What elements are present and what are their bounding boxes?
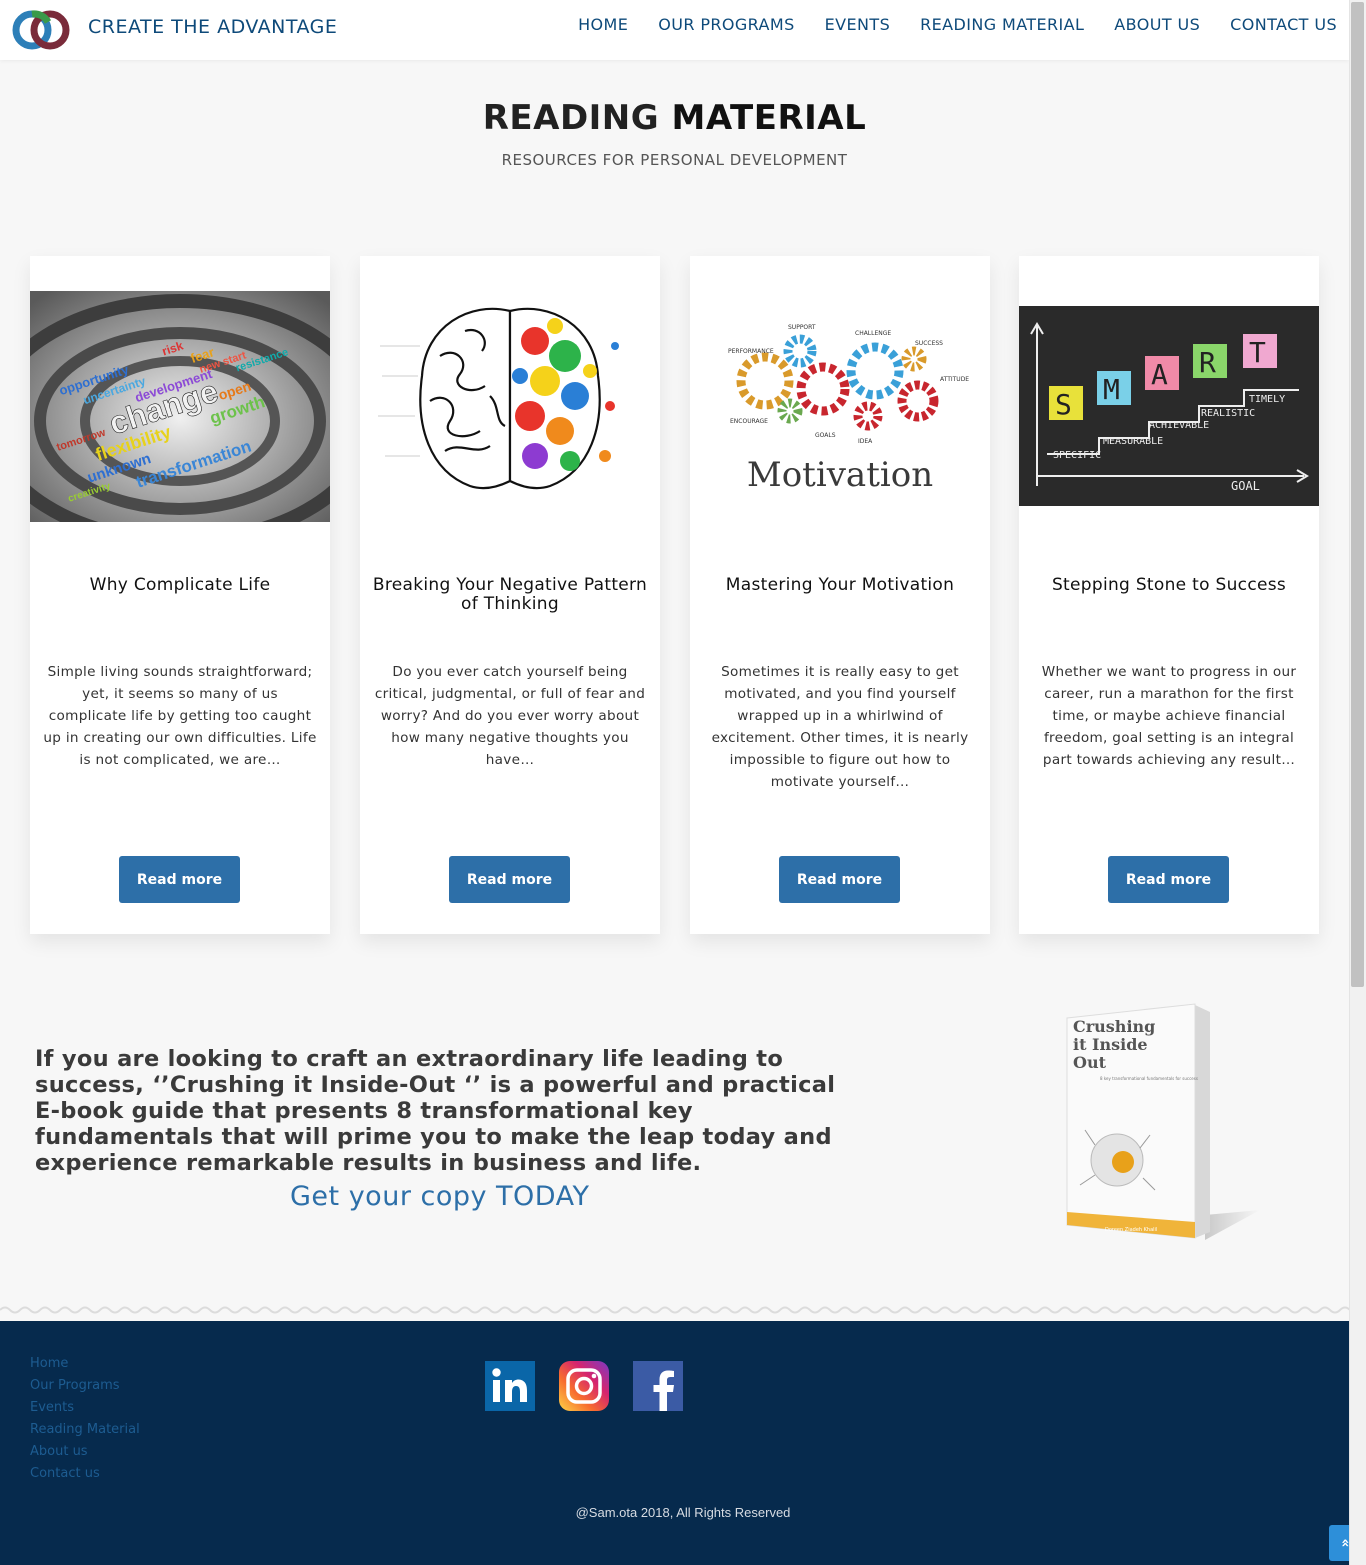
logo-icon[interactable] [10, 8, 72, 52]
scrollbar-thumb[interactable] [1351, 2, 1364, 987]
svg-text:GOAL: GOAL [1231, 479, 1260, 493]
read-more-button[interactable]: Read more [779, 856, 900, 903]
svg-text:CHALLENGE: CHALLENGE [855, 330, 891, 337]
motivation-gears-image[interactable]: PERFORMANCE SUPPORT CHALLENGE SUCCESS AT… [690, 311, 990, 501]
site-header: CREATE THE ADVANTAGE HOME OUR PROGRAMS E… [0, 0, 1349, 60]
svg-text:ENCOURAGE: ENCOURAGE [730, 418, 768, 425]
get-your-copy-link[interactable]: Get your copy TODAY [290, 1181, 590, 1212]
svg-text:Out: Out [1073, 1053, 1107, 1072]
read-more-button[interactable]: Read more [119, 856, 240, 903]
nav-contact-us[interactable]: CONTACT US [1230, 15, 1337, 34]
site-footer: Home Our Programs Events Reading Materia… [0, 1321, 1366, 1565]
nav-events[interactable]: EVENTS [825, 15, 890, 34]
svg-text:SPECIFIC: SPECIFIC [1053, 450, 1101, 461]
article-card: Breaking Your Negative Pattern of Thinki… [360, 256, 660, 934]
svg-text:Crushing: Crushing [1073, 1017, 1155, 1036]
ebook-promo-text: If you are looking to craft an extraordi… [35, 1046, 836, 1176]
footer-nav: Home Our Programs Events Reading Materia… [30, 1353, 140, 1485]
card-title[interactable]: Why Complicate Life [40, 576, 320, 595]
page-scrollbar[interactable] [1349, 0, 1366, 1565]
facebook-icon[interactable] [633, 1361, 683, 1411]
card-excerpt: Do you ever catch yourself being critica… [374, 664, 646, 768]
article-card: opportunity risk fear uncertainty develo… [30, 256, 330, 934]
card-excerpt: Whether we want to progress in our caree… [1041, 664, 1297, 768]
svg-text:SUCCESS: SUCCESS [915, 340, 943, 347]
svg-text:SUPPORT: SUPPORT [788, 324, 816, 331]
article-card: PERFORMANCE SUPPORT CHALLENGE SUCCESS AT… [690, 256, 990, 934]
page-title: READING MATERIAL [0, 98, 1349, 138]
linkedin-icon[interactable] [485, 1361, 535, 1411]
footer-wave-divider [0, 1306, 1366, 1314]
nav-about-us[interactable]: ABOUT US [1114, 15, 1200, 34]
card-excerpt: Simple living sounds straightforward; ye… [43, 664, 317, 768]
article-card: S M A R T SPECIFIC MEASURABLE ACHIEVABLE… [1019, 256, 1319, 934]
svg-text:ACHIEVABLE: ACHIEVABLE [1149, 420, 1209, 431]
read-more-button[interactable]: Read more [449, 856, 570, 903]
card-title[interactable]: Stepping Stone to Success [1029, 576, 1309, 595]
svg-text:T: T [1249, 336, 1266, 369]
footer-link-reading-material[interactable]: Reading Material [30, 1419, 140, 1441]
svg-text:TIMELY: TIMELY [1249, 394, 1285, 405]
svg-text:ATTITUDE: ATTITUDE [940, 376, 969, 383]
svg-text:S: S [1055, 388, 1072, 421]
footer-link-home[interactable]: Home [30, 1353, 140, 1375]
svg-text:it Inside: it Inside [1073, 1035, 1148, 1054]
brand-name[interactable]: CREATE THE ADVANTAGE [88, 16, 337, 38]
nav-our-programs[interactable]: OUR PROGRAMS [658, 15, 794, 34]
nav-home[interactable]: HOME [578, 15, 628, 34]
footer-link-contact-us[interactable]: Contact us [30, 1463, 140, 1485]
instagram-icon[interactable] [559, 1361, 609, 1411]
card-title[interactable]: Mastering Your Motivation [700, 576, 980, 595]
copyright-text: @Sam.ota 2018, All Rights Reserved [575, 1505, 791, 1520]
ebook-cover-image[interactable]: Crushing it Inside Out 8 key transformat… [1055, 1000, 1265, 1245]
svg-text:A: A [1151, 358, 1168, 391]
svg-text:M: M [1103, 373, 1120, 406]
footer-link-about-us[interactable]: About us [30, 1441, 140, 1463]
svg-text:Doreen Ziadeh Khalil: Doreen Ziadeh Khalil [1105, 1227, 1157, 1233]
card-title[interactable]: Breaking Your Negative Pattern of Thinki… [370, 576, 650, 614]
svg-text:IDEA: IDEA [858, 438, 873, 445]
svg-text:Motivation: Motivation [747, 455, 933, 495]
footer-link-events[interactable]: Events [30, 1397, 140, 1419]
svg-text:REALISTIC: REALISTIC [1201, 408, 1255, 419]
brain-illustration-image[interactable] [360, 286, 660, 526]
change-word-cloud-image[interactable]: opportunity risk fear uncertainty develo… [30, 291, 330, 522]
svg-text:MEASURABLE: MEASURABLE [1103, 436, 1163, 447]
read-more-button[interactable]: Read more [1108, 856, 1229, 903]
card-excerpt: Sometimes it is really easy to get motiv… [711, 664, 969, 790]
svg-text:PERFORMANCE: PERFORMANCE [728, 348, 774, 355]
svg-text:R: R [1199, 346, 1216, 379]
footer-link-our-programs[interactable]: Our Programs [30, 1375, 140, 1397]
page-subtitle: RESOURCES FOR PERSONAL DEVELOPMENT [501, 151, 848, 169]
svg-text:GOALS: GOALS [815, 432, 836, 439]
page-title-part2: MATERIAL [671, 98, 867, 138]
svg-text:8 key transformational fundame: 8 key transformational fundamentals for … [1100, 1076, 1198, 1081]
main-nav: HOME OUR PROGRAMS EVENTS READING MATERIA… [578, 15, 1337, 34]
page-title-part1: READING [482, 98, 660, 138]
nav-reading-material[interactable]: READING MATERIAL [920, 15, 1084, 34]
smart-goals-chalkboard-image[interactable]: S M A R T SPECIFIC MEASURABLE ACHIEVABLE… [1019, 306, 1319, 506]
